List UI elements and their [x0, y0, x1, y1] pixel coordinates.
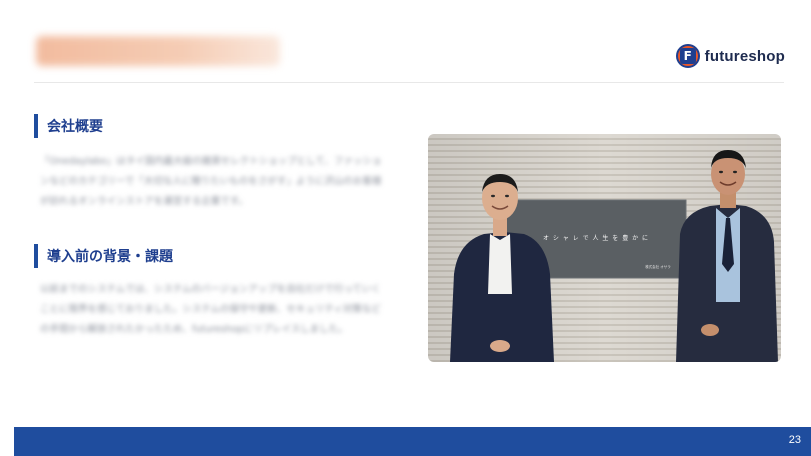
slide: F futureshop 会社概要 「Onedaylabo」はタイ国内最大級の雑… — [0, 0, 811, 456]
page-title-blurred — [36, 36, 280, 66]
section-heading-label: 会社概要 — [47, 119, 103, 135]
section-accent-bar — [34, 114, 38, 138]
futureshop-logo-icon: F — [675, 44, 700, 68]
section-accent-bar — [34, 244, 38, 268]
section-heading-label: 導入前の背景・課題 — [47, 249, 173, 265]
page-number: 23 — [788, 434, 801, 446]
section-heading-company: 会社概要 — [34, 114, 103, 138]
section-heading-background: 導入前の背景・課題 — [34, 244, 173, 268]
photo-sign-small: 株式会社 オサラ — [645, 264, 671, 269]
photo-sign-text: オ シ ャ レ で 人 生 を 豊 か に — [543, 234, 649, 242]
footer-bar: 23 — [14, 427, 811, 456]
header-divider — [34, 82, 784, 83]
section-body-background: 以前までのシステムでは、システムのバージョンアップを自社だけで行っていくことに限… — [40, 284, 381, 335]
logo-text: futureshop — [704, 47, 785, 65]
section-body-company: 「Onedaylabo」はタイ国内最大級の雑貨セレクトショップとして、ファッショ… — [40, 156, 382, 207]
company-photo: オ シ ャ レ で 人 生 を 豊 か に 株式会社 オサラ — [428, 134, 781, 362]
futureshop-logo: F futureshop — [675, 44, 785, 68]
logo-mark-letter: F — [679, 48, 696, 64]
